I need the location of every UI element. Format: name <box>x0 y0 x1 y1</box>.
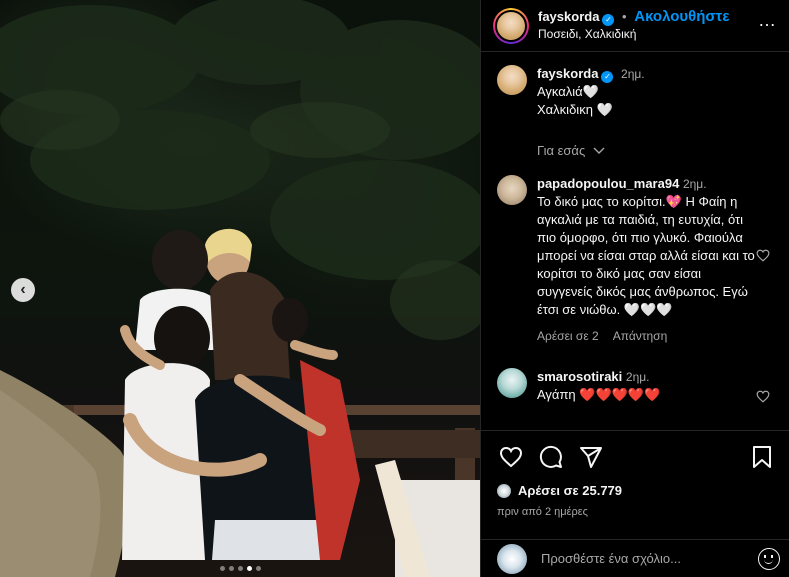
translation-toggle[interactable]: Για εσάς <box>537 143 774 158</box>
caption-line-1: Αγκαλιά🤍 <box>537 84 599 99</box>
current-user-avatar <box>497 543 527 574</box>
verified-badge-icon: ✓ <box>601 71 614 83</box>
carousel-dot <box>229 566 234 571</box>
chevron-down-icon <box>593 147 605 154</box>
share-button[interactable] <box>577 443 605 471</box>
caption: fayskorda ✓ 2ημ. Αγκαλιά🤍 Χαλκιδικη 🤍 <box>497 65 774 119</box>
carousel-dots <box>220 566 261 571</box>
comment-text: Το δικό μας το κορίτσι.💖 Η Φαίη η αγκαλι… <box>537 194 755 317</box>
emoji-picker-icon[interactable] <box>758 547 780 570</box>
comment-button[interactable] <box>537 443 565 471</box>
caption-time[interactable]: 2ημ. <box>621 67 645 81</box>
translation-toggle-label: Για εσάς <box>537 143 586 158</box>
like-comment-heart-icon[interactable] <box>756 249 770 262</box>
comment-likes-link[interactable]: Αρέσει σε 2 <box>537 327 599 345</box>
separator-dot: • <box>622 9 627 24</box>
likes-count[interactable]: Αρέσει σε 25.779 <box>497 483 776 498</box>
author-username[interactable]: fayskorda <box>538 9 599 24</box>
post-side-panel: fayskorda ✓ • Ακολουθήστε Ποσειδι, Χαλκιδ… <box>480 0 789 577</box>
comments-list[interactable]: fayskorda ✓ 2ημ. Αγκαλιά🤍 Χαλκιδικη 🤍 Για… <box>481 53 789 430</box>
commenter-username[interactable]: papadopoulou_mara94 <box>537 176 679 191</box>
post-location[interactable]: Ποσειδι, Χαλκιδική <box>538 26 730 42</box>
commenter-avatar[interactable] <box>497 175 527 205</box>
verified-badge-icon: ✓ <box>602 14 615 26</box>
caption-username[interactable]: fayskorda <box>537 66 598 81</box>
likes-text: Αρέσει σε 25.779 <box>518 483 623 498</box>
carousel-dot <box>220 566 225 571</box>
comment-item: smarosotiraki 2ημ. Αγάπη ❤️❤️❤️❤️❤️ <box>497 368 774 404</box>
bookmark-icon <box>753 446 771 468</box>
share-icon <box>580 447 602 468</box>
author-avatar[interactable] <box>493 7 529 44</box>
comment-time[interactable]: 2ημ. <box>683 177 707 191</box>
comment-icon <box>539 445 562 468</box>
carousel-prev-button[interactable]: ‹ <box>11 278 35 302</box>
commenter-avatar[interactable] <box>497 368 527 398</box>
heart-icon <box>499 446 523 468</box>
comment-reply-button[interactable]: Απάντηση <box>613 327 668 345</box>
photo-scene <box>0 0 480 577</box>
post-actions: Αρέσει σε 25.779 πριν από 2 ημέρες <box>481 430 789 518</box>
commenter-username[interactable]: smarosotiraki <box>537 369 622 384</box>
like-button[interactable] <box>497 443 525 471</box>
carousel-dot <box>256 566 261 571</box>
post-photo[interactable]: ‹ <box>0 0 480 577</box>
carousel-dot-active <box>247 566 252 571</box>
liker-avatar <box>497 483 511 498</box>
caption-line-2: Χαλκιδικη 🤍 <box>537 102 613 117</box>
post-timestamp[interactable]: πριν από 2 ημέρες <box>497 506 776 518</box>
comment-text: Αγάπη ❤️❤️❤️❤️❤️ <box>537 387 661 402</box>
comment-item: papadopoulou_mara94 2ημ. Το δικό μας το … <box>497 175 774 345</box>
comment-input[interactable] <box>541 551 758 566</box>
comment-time[interactable]: 2ημ. <box>626 370 650 384</box>
save-button[interactable] <box>748 443 776 471</box>
carousel-dot <box>238 566 243 571</box>
more-options-icon[interactable]: … <box>758 10 777 31</box>
post-header: fayskorda ✓ • Ακολουθήστε Ποσειδι, Χαλκιδ… <box>481 0 789 52</box>
comment-composer <box>481 539 789 577</box>
like-comment-heart-icon[interactable] <box>756 390 770 403</box>
follow-button[interactable]: Ακολουθήστε <box>634 8 729 25</box>
caption-avatar[interactable] <box>497 65 527 95</box>
